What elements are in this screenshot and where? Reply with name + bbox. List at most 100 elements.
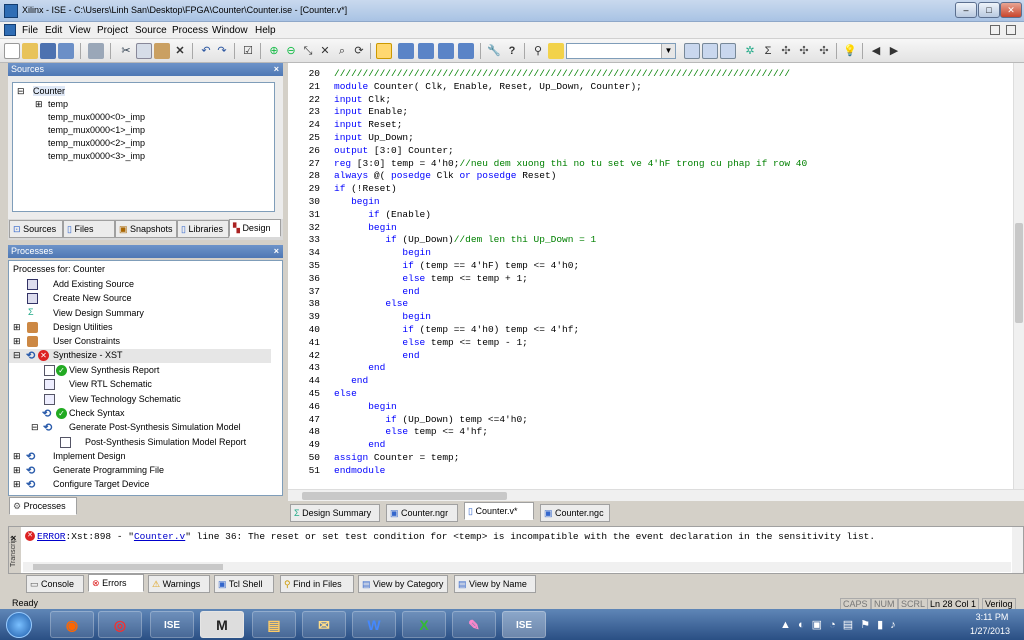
open-icon[interactable] — [22, 43, 38, 59]
process-configure-target-device[interactable]: Configure Target Device — [53, 479, 149, 489]
chrome-icon[interactable]: ◎ — [98, 611, 142, 638]
excel-icon[interactable]: X — [402, 611, 446, 638]
tree-node[interactable]: temp_mux0000<1>_imp — [48, 125, 145, 135]
tab-counter-v[interactable]: ▯ Counter.v* — [464, 502, 534, 520]
menu-edit[interactable]: Edit — [45, 25, 62, 36]
matlab-icon[interactable]: M — [200, 611, 244, 638]
tab-processes[interactable]: ⚙ Processes — [9, 497, 77, 515]
close-button[interactable]: ✕ — [1000, 2, 1022, 18]
help-icon[interactable]: ? — [504, 43, 520, 59]
process-synthesize-xst[interactable]: Synthesize - XST — [53, 350, 123, 360]
properties-icon[interactable] — [684, 43, 700, 59]
ise-active-icon[interactable]: ISE — [502, 611, 546, 638]
tab-counter-ngr[interactable]: ▣ Counter.ngr — [386, 504, 458, 522]
clock-date[interactable]: 1/27/2013 — [962, 626, 1018, 636]
tab-sources[interactable]: ⊡ Sources — [9, 220, 63, 238]
vertical-scrollbar[interactable] — [1013, 63, 1024, 489]
menu-window[interactable]: Window — [212, 25, 248, 36]
menu-process[interactable]: Process — [172, 25, 208, 36]
process-view-design-summary[interactable]: View Design Summary — [53, 308, 144, 318]
menu-file[interactable]: File — [22, 25, 38, 36]
edit-icon[interactable] — [702, 43, 718, 59]
tree-expander-icon[interactable]: ⊟ — [17, 86, 25, 97]
chevron-down-icon[interactable]: ▼ — [661, 44, 675, 58]
tab-find-in-files[interactable]: ⚲ Find in Files — [280, 575, 354, 593]
tab-tcl-shell[interactable]: ▣ Tcl Shell — [214, 575, 274, 593]
find-icon[interactable]: ⚲ — [530, 43, 546, 59]
process-create-new-source[interactable]: Create New Source — [53, 293, 132, 303]
tree-expander-icon[interactable]: ⊟ — [31, 422, 39, 433]
horizontal-scrollbar[interactable] — [288, 489, 1024, 501]
tray-icons[interactable]: ▲ ◐ ▣ ◔ ▤ ⚑ ▮ ♪ — [780, 618, 898, 631]
mdi-restore-icon[interactable] — [990, 25, 1000, 35]
ise-icon[interactable]: ISE — [150, 611, 194, 638]
refresh-icon[interactable]: ⟳ — [351, 43, 367, 59]
tab-view-by-category[interactable]: ▤ View by Category — [358, 575, 448, 593]
undo-icon[interactable]: ↶ — [198, 43, 214, 59]
minimize-button[interactable]: – — [955, 2, 977, 18]
tool2-icon[interactable]: ✣ — [796, 43, 812, 59]
close-icon[interactable]: × — [274, 63, 279, 76]
zoom-area-icon[interactable]: ⌕ — [334, 43, 350, 59]
tab-libraries[interactable]: ▯ Libraries — [177, 220, 229, 238]
tab-design[interactable]: ▚ Design — [229, 219, 281, 237]
bulb-icon[interactable]: 💡 — [842, 43, 858, 59]
zoom-fit-icon[interactable]: ✕ — [317, 43, 333, 59]
split-icon[interactable] — [438, 43, 454, 59]
process-check-syntax[interactable]: Check Syntax — [69, 408, 125, 418]
tab-design-summary[interactable]: Σ Design Summary — [290, 504, 380, 522]
tab-errors[interactable]: ⊗ Errors — [88, 574, 144, 592]
tool-icon[interactable]: ✣ — [778, 43, 794, 59]
tree-node[interactable]: temp_mux0000<0>_imp — [48, 112, 145, 122]
word-icon[interactable]: W — [352, 611, 396, 638]
console-scrollbar[interactable] — [1012, 527, 1023, 573]
process-generate-post-synthesis-model[interactable]: Generate Post-Synthesis Simulation Model — [69, 422, 241, 432]
console-output[interactable]: × Transcript ✕ ERROR:Xst:898 - "Counter.… — [8, 526, 1024, 574]
mdi-close-icon[interactable] — [1006, 25, 1016, 35]
tree-node[interactable]: temp_mux0000<2>_imp — [48, 138, 145, 148]
scroll-thumb[interactable] — [1015, 223, 1023, 323]
panel-icon[interactable] — [418, 43, 434, 59]
maximize-button[interactable]: □ — [978, 2, 1000, 18]
process-post-synthesis-model-report[interactable]: Post-Synthesis Simulation Model Report — [85, 437, 246, 447]
tree-node-temp[interactable]: temp — [48, 99, 68, 109]
forward-icon[interactable]: ▶ — [886, 43, 902, 59]
paste-icon[interactable] — [154, 43, 170, 59]
process-view-technology-schematic[interactable]: View Technology Schematic — [69, 394, 181, 404]
clock-time[interactable]: 3:11 PM — [968, 612, 1016, 622]
process-implement-design[interactable]: Implement Design — [53, 451, 126, 461]
back-icon[interactable]: ◀ — [868, 43, 884, 59]
tab-console[interactable]: ▭ Console — [26, 575, 84, 593]
zoom-full-icon[interactable]: ⤡ — [300, 43, 316, 59]
sum-icon[interactable]: Σ — [760, 43, 776, 59]
zoom-in-icon[interactable]: ⊕ — [266, 43, 282, 59]
report-icon[interactable] — [720, 43, 736, 59]
tree-expander-icon[interactable]: ⊞ — [13, 322, 21, 333]
save-icon[interactable] — [40, 43, 56, 59]
menu-project[interactable]: Project — [97, 25, 128, 36]
error-file-link[interactable]: Counter.v — [134, 531, 185, 542]
tab-snapshots[interactable]: ▣ Snapshots — [115, 220, 177, 238]
menu-view[interactable]: View — [69, 25, 91, 36]
wand-icon[interactable] — [376, 43, 392, 59]
redo-icon[interactable]: ↷ — [214, 43, 230, 59]
tree-expander-icon[interactable]: ⊞ — [13, 465, 21, 476]
copy-icon[interactable] — [136, 43, 152, 59]
menu-help[interactable]: Help — [255, 25, 276, 36]
new-icon[interactable] — [4, 43, 20, 59]
window-icon[interactable] — [458, 43, 474, 59]
process-design-utilities[interactable]: Design Utilities — [53, 322, 113, 332]
close-icon[interactable]: × — [274, 245, 279, 258]
console-hscrollbar[interactable] — [23, 562, 1011, 572]
tool3-icon[interactable]: ✣ — [816, 43, 832, 59]
firefox-icon[interactable]: ◉ — [50, 611, 94, 638]
explorer-icon[interactable]: ▤ — [252, 611, 296, 638]
print-icon[interactable] — [88, 43, 104, 59]
menu-source[interactable]: Source — [135, 25, 167, 36]
process-view-synthesis-report[interactable]: View Synthesis Report — [69, 365, 159, 375]
tree-expander-icon[interactable]: ⊞ — [35, 99, 43, 110]
tab-counter-ngc[interactable]: ▣ Counter.ngc — [540, 504, 610, 522]
search-combo[interactable]: ▼ — [566, 43, 676, 59]
process-view-rtl-schematic[interactable]: View RTL Schematic — [69, 379, 152, 389]
outlook-icon[interactable]: ✉ — [302, 611, 346, 638]
